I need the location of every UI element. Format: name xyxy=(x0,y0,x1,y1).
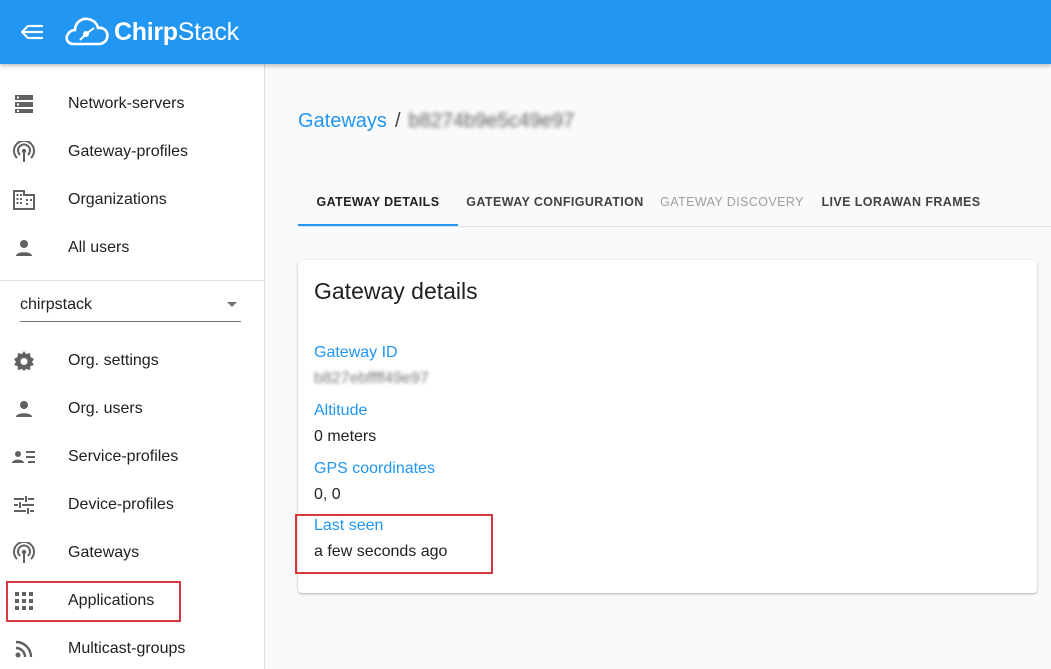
altitude-label: Altitude xyxy=(314,402,368,419)
sidebar-item-label: Gateway-profiles xyxy=(68,143,189,160)
breadcrumb: Gateways / b8274b9e5c49e97 xyxy=(298,110,574,133)
tab-gateway-configuration[interactable]: GATEWAY CONFIGURATION xyxy=(458,178,652,226)
sidebar-item-organizations[interactable]: Organizations xyxy=(0,176,265,224)
menu-collapse-icon xyxy=(21,24,43,40)
sidebar-item-label: Gateways xyxy=(68,544,140,561)
sidebar-item-label: Applications xyxy=(68,592,155,609)
last-seen-label: Last seen xyxy=(314,517,384,534)
sidebar-item-org-settings[interactable]: Org. settings xyxy=(0,337,265,385)
person-icon xyxy=(12,236,36,260)
rss-icon xyxy=(12,637,36,661)
card-title: Gateway details xyxy=(314,278,478,304)
sidebar-item-gateways[interactable]: Gateways xyxy=(0,529,265,577)
collapse-menu-button[interactable] xyxy=(16,16,48,48)
gateway-details-card: Gateway details Gateway ID b827ebffff49e… xyxy=(298,260,1037,593)
sidebar-item-label: Service-profiles xyxy=(68,448,179,465)
gps-coordinates-label: GPS coordinates xyxy=(314,460,435,477)
tab-gateway-details[interactable]: GATEWAY DETAILS xyxy=(298,178,458,226)
chirpstack-logo[interactable]: ChirpStack xyxy=(64,12,239,52)
sidebar-item-label: Org. users xyxy=(68,400,143,417)
gateway-tabs: GATEWAY DETAILS GATEWAY CONFIGURATION GA… xyxy=(298,178,1051,227)
gear-icon xyxy=(12,349,36,373)
active-tab-indicator xyxy=(298,224,458,226)
last-seen-value: a few seconds ago xyxy=(314,543,448,560)
sidebar-item-label: Network-servers xyxy=(68,95,185,112)
sidebar-item-applications[interactable]: Applications xyxy=(0,577,265,625)
tab-gateway-discovery: GATEWAY DISCOVERY xyxy=(660,195,804,209)
gps-coordinates-value: 0, 0 xyxy=(314,486,341,503)
sidebar-item-service-profiles[interactable]: Service-profiles xyxy=(0,433,265,481)
cloud-logo-icon xyxy=(65,17,109,46)
tab-live-lorawan-frames[interactable]: LIVE LORAWAN FRAMES xyxy=(812,178,990,226)
breadcrumb-current-gateway: b8274b9e5c49e97 xyxy=(408,110,575,132)
sidebar-item-label: Organizations xyxy=(68,191,167,208)
breadcrumb-gateways-link[interactable]: Gateways xyxy=(298,110,387,133)
caret-down-icon xyxy=(227,302,237,307)
sidebar-item-label: Multicast-groups xyxy=(68,640,186,657)
sidebar-divider xyxy=(0,280,265,281)
person-icon xyxy=(12,397,36,421)
sidebar-item-device-profiles[interactable]: Device-profiles xyxy=(0,481,265,529)
sidebar-item-network-servers[interactable]: Network-servers xyxy=(0,80,265,128)
server-icon xyxy=(12,92,36,116)
tune-icon xyxy=(12,493,36,517)
organization-select[interactable]: chirpstack xyxy=(20,290,241,322)
sidebar-item-all-users[interactable]: All users xyxy=(0,224,265,272)
sidebar-item-label: All users xyxy=(68,239,130,256)
account-details-icon xyxy=(12,445,36,469)
sidebar-item-multicast-groups[interactable]: Multicast-groups xyxy=(0,625,265,669)
antenna-icon xyxy=(12,541,36,565)
sidebar-item-label: Org. settings xyxy=(68,352,159,369)
apps-grid-icon xyxy=(12,589,36,613)
antenna-icon xyxy=(12,140,36,164)
sidebar-item-org-users[interactable]: Org. users xyxy=(0,385,265,433)
breadcrumb-separator: / xyxy=(394,110,401,132)
app-bar: ChirpStack xyxy=(0,0,1051,64)
altitude-value: 0 meters xyxy=(314,428,377,445)
sidebar: Network-servers Gateway-profiles Organiz… xyxy=(0,64,265,669)
gateway-id-label: Gateway ID xyxy=(314,344,398,361)
app-title: ChirpStack xyxy=(114,17,239,46)
sidebar-item-gateway-profiles[interactable]: Gateway-profiles xyxy=(0,128,265,176)
domain-icon xyxy=(12,188,36,212)
gateway-id-value: b827ebffff49e97 xyxy=(314,370,429,387)
organization-select-value: chirpstack xyxy=(20,296,93,313)
sidebar-item-label: Device-profiles xyxy=(68,496,174,513)
